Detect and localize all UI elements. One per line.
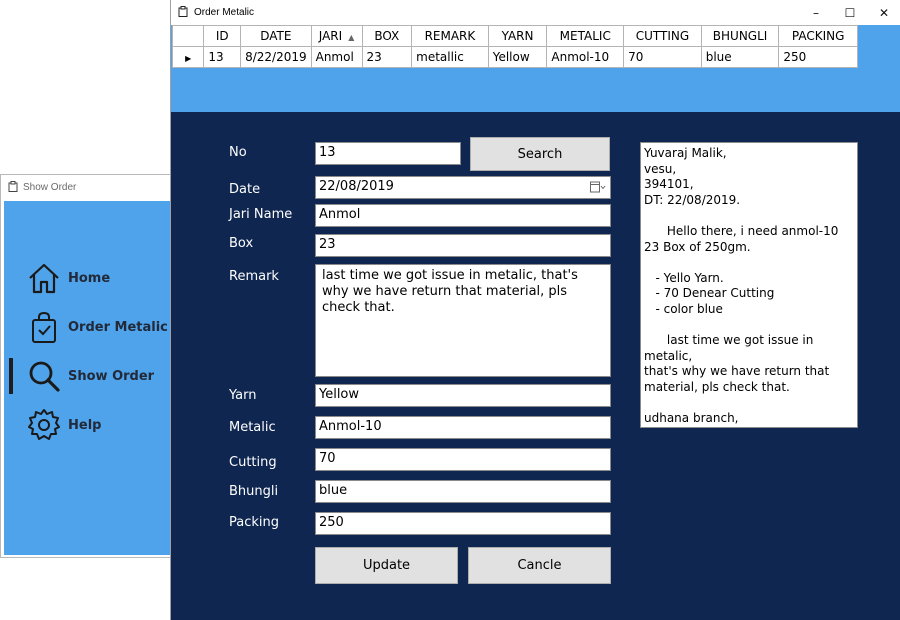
nav-label-show-order: Show Order <box>68 368 155 384</box>
show-order-titlebar: Show Order <box>1 175 171 200</box>
cell-date[interactable]: 8/22/2019 <box>240 46 312 68</box>
minimize-button[interactable]: – <box>799 0 833 25</box>
clipboard-icon <box>8 180 18 195</box>
update-button[interactable]: Update <box>315 547 458 584</box>
window-controls: – ☐ ✕ <box>799 0 900 25</box>
cell-yarn[interactable]: Yellow <box>487 46 548 68</box>
remark-textarea[interactable]: last time we got issue in metalic, that'… <box>315 264 611 377</box>
cell-cutting[interactable]: 70 <box>623 46 702 68</box>
maximize-button[interactable]: ☐ <box>833 0 867 25</box>
clipboard-icon <box>178 5 188 20</box>
order-letter-textbox[interactable]: Yuvaraj Malik, vesu, 394101, DT: 22/08/2… <box>640 142 858 428</box>
cell-jari[interactable]: Anmol <box>310 46 363 68</box>
cell-metalic[interactable]: Anmol-10 <box>546 46 625 68</box>
col-header-metalic[interactable]: METALIC <box>546 25 625 47</box>
box-label: Box <box>229 236 254 251</box>
cell-packing[interactable]: 250 <box>778 46 858 68</box>
order-metalic-window: Order Metalic – ☐ ✕ ID DATE JARI ▲ BOX RE… <box>170 0 900 620</box>
jari-name-label: Jari Name <box>229 207 293 222</box>
gear-icon <box>26 407 62 443</box>
order-metalic-titlebar: Order Metalic – ☐ ✕ <box>171 0 900 25</box>
packing-input[interactable]: 250 <box>315 512 611 535</box>
calendar-dropdown-icon[interactable] <box>590 181 606 197</box>
col-header-jari[interactable]: JARI ▲ <box>310 25 363 47</box>
nav-label-home: Home <box>68 270 111 286</box>
sort-ascending-icon: ▲ <box>348 33 355 42</box>
cutting-label: Cutting <box>229 455 277 470</box>
orders-grid[interactable]: ID DATE JARI ▲ BOX REMARK YARN METALIC CU… <box>171 25 858 68</box>
packing-label: Packing <box>229 515 280 530</box>
sidebar: Home Order Metalic Show Order Help <box>4 201 170 555</box>
yarn-input[interactable]: Yellow <box>315 384 611 407</box>
nav-item-help[interactable]: Help <box>4 405 170 445</box>
order-metalic-title: Order Metalic <box>194 7 255 18</box>
col-header-id[interactable]: ID <box>203 25 242 47</box>
grid-header-row: ID DATE JARI ▲ BOX REMARK YARN METALIC CU… <box>171 25 858 47</box>
metalic-input[interactable]: Anmol-10 <box>315 416 611 439</box>
cell-id[interactable]: 13 <box>203 46 242 68</box>
show-order-window: Show Order Home Order Metalic Show Order <box>0 174 172 558</box>
jari-name-input[interactable]: Anmol <box>315 204 611 227</box>
nav-item-home[interactable]: Home <box>4 258 170 298</box>
date-label: Date <box>229 182 261 197</box>
nav-item-show-order[interactable]: Show Order <box>4 356 170 396</box>
nav-item-order-metalic[interactable]: Order Metalic <box>4 307 170 347</box>
col-header-cutting[interactable]: CUTTING <box>623 25 702 47</box>
nav-label-help: Help <box>68 417 102 433</box>
home-icon <box>26 260 62 296</box>
metalic-label: Metalic <box>229 420 276 435</box>
cancel-button[interactable]: Cancle <box>468 547 611 584</box>
cell-remark[interactable]: metallic <box>411 46 489 68</box>
col-header-bhungli[interactable]: BHUNGLI <box>700 25 780 47</box>
cell-box[interactable]: 23 <box>361 46 413 68</box>
date-value: 22/08/2019 <box>319 179 394 194</box>
col-header-remark[interactable]: REMARK <box>411 25 489 47</box>
nav-label-order-metalic: Order Metalic <box>68 319 168 335</box>
yarn-label: Yarn <box>229 388 257 403</box>
shopping-bag-icon <box>26 309 62 345</box>
bhungli-label: Bhungli <box>229 484 279 499</box>
col-header-packing[interactable]: PACKING <box>778 25 858 47</box>
search-button[interactable]: Search <box>470 137 610 171</box>
search-icon <box>26 358 62 394</box>
close-button[interactable]: ✕ <box>867 0 900 25</box>
grid-corner <box>171 25 205 47</box>
row-selector-icon[interactable]: ▶ <box>171 46 205 68</box>
bhungli-input[interactable]: blue <box>315 480 611 503</box>
table-row[interactable]: ▶ 13 8/22/2019 Anmol 23 metallic Yellow … <box>171 46 858 68</box>
active-indicator <box>9 358 13 394</box>
grid-panel: ID DATE JARI ▲ BOX REMARK YARN METALIC CU… <box>171 25 900 112</box>
cutting-input[interactable]: 70 <box>315 448 611 471</box>
show-order-title: Show Order <box>23 182 77 193</box>
date-picker[interactable]: 22/08/2019 <box>315 176 611 199</box>
no-input[interactable]: 13 <box>315 142 461 165</box>
cell-bhungli[interactable]: blue <box>700 46 780 68</box>
col-header-box[interactable]: BOX <box>361 25 413 47</box>
col-header-yarn[interactable]: YARN <box>487 25 548 47</box>
box-input[interactable]: 23 <box>315 234 611 257</box>
col-header-date[interactable]: DATE <box>240 25 312 47</box>
remark-label: Remark <box>229 269 279 284</box>
no-label: No <box>229 145 247 160</box>
